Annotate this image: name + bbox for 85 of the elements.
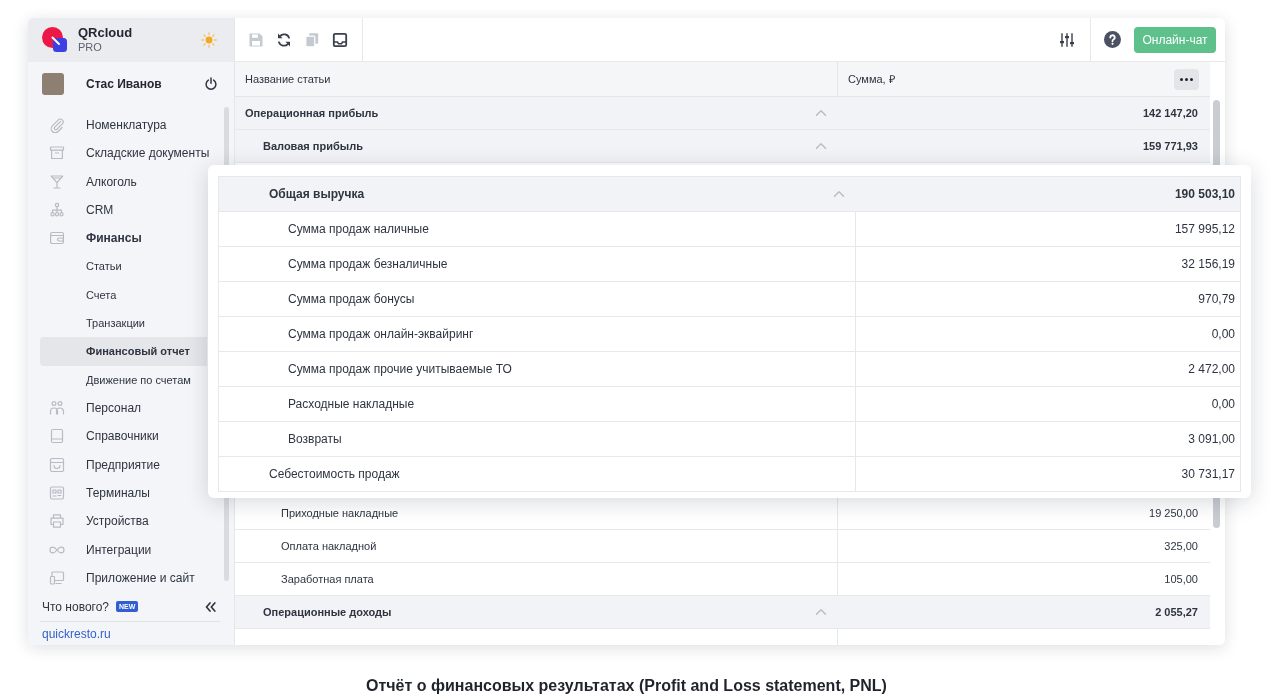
hierarchy-icon	[49, 202, 65, 219]
table-cell-text: 159 771,93	[1141, 138, 1199, 154]
table-cell: Заработная плата	[235, 563, 838, 595]
scrollbar-thumb[interactable]	[224, 498, 229, 581]
table-cell: Оплата накладной	[235, 530, 838, 562]
table-cell: Сумма продаж онлайн-эквайринг	[219, 317, 856, 351]
table-cell: Себестоимость продаж	[219, 457, 856, 491]
profile-photo-placeholder	[42, 72, 64, 95]
sidebar-subitem[interactable]: Транзакции	[40, 309, 207, 338]
plan-label: PRO	[78, 41, 103, 54]
scrollbar-thumb[interactable]	[1213, 100, 1220, 165]
table-cell-text: Операционная прибыль	[245, 105, 379, 121]
table-cell-text: 0,00	[1210, 326, 1236, 343]
qr-code-icon	[49, 485, 65, 501]
table-cell-text: 0,00	[1210, 396, 1236, 413]
caption: Отчёт о финансовых результатах (Profit and Loss statement, PNL)	[366, 677, 887, 694]
storefront-icon	[49, 456, 65, 473]
table-cell-text: 325,00	[1163, 538, 1199, 554]
table-cell-text: Валовая прибыль	[263, 138, 363, 154]
table-cell-text: 3 091,00	[1187, 431, 1236, 448]
refresh-icon[interactable]	[276, 31, 292, 48]
table-cell-text: 157 995,12	[1173, 221, 1236, 238]
sun-icon[interactable]	[201, 32, 217, 48]
logo-icon	[42, 27, 68, 53]
chevron-up-icon[interactable]	[815, 606, 827, 618]
chevron-up-icon[interactable]	[815, 107, 827, 119]
table-cell-text: 19 250,00	[1148, 505, 1199, 521]
table-cell-text: 105,00	[1163, 571, 1199, 587]
chevron-up-icon[interactable]	[833, 188, 845, 200]
column-header: Сумма, ₽	[848, 71, 895, 87]
sidebar-subitem[interactable]: Движение по счетам	[40, 365, 207, 394]
table-cell-text: 2 472,00	[1187, 361, 1236, 378]
power-icon[interactable]	[204, 76, 218, 91]
help-icon[interactable]	[1104, 31, 1121, 48]
table-cell-text: 190 503,10	[1173, 186, 1236, 203]
cocktail-glass-icon	[49, 173, 65, 190]
sidebar-item[interactable]: Складские документы	[28, 139, 207, 168]
sidebar-item[interactable]: Персонал	[28, 393, 207, 423]
archive-box-icon	[49, 145, 65, 162]
table-cell-text: Общая выручка	[269, 186, 365, 203]
sidebar-item[interactable]: Терминалы	[28, 478, 207, 508]
column-header: Название статьи	[245, 71, 331, 87]
table-cell: Возвраты	[219, 422, 856, 456]
chevron-up-icon[interactable]	[815, 140, 827, 152]
scrollbar-thumb[interactable]	[224, 107, 229, 165]
table-cell-text: 2 055,27	[1154, 604, 1199, 620]
printer-icon	[49, 513, 65, 530]
sidebar-item[interactable]: Предприятие	[28, 450, 207, 479]
sidebar-item[interactable]: Устройства	[28, 507, 207, 536]
table-cell-text: 970,79	[1197, 291, 1236, 308]
people-icon	[49, 400, 65, 417]
sidebar-item[interactable]: Номенклатура	[28, 111, 207, 140]
app-name: QRcloud	[78, 26, 133, 42]
monitor-icon	[49, 569, 65, 586]
more-button[interactable]	[1174, 68, 1199, 90]
table-cell: Сумма продаж безналичные	[219, 247, 856, 281]
sidebar-subitem[interactable]: Финансовый отчет	[40, 337, 207, 366]
sliders-icon[interactable]	[1059, 31, 1075, 48]
sidebar-item[interactable]: Интеграции	[28, 535, 207, 564]
table-cell-text: Операционные доходы	[263, 604, 392, 620]
scrollbar-thumb[interactable]	[1213, 498, 1220, 528]
sidebar-item[interactable]: Алкоголь	[28, 167, 207, 196]
sidebar-item[interactable]: Финансы	[28, 224, 207, 253]
table-cell: Расходные накладные	[219, 387, 856, 421]
sidebar-subitem[interactable]: Статьи	[40, 252, 207, 281]
user-name: Стас Иванов	[86, 75, 162, 93]
sidebar-subitem[interactable]: Счета	[40, 280, 207, 310]
sidebar-item[interactable]: Приложение и сайт	[28, 563, 207, 592]
website-link[interactable]: quickresto.ru	[42, 624, 111, 643]
paperclip-icon	[49, 117, 65, 134]
more-icon	[1180, 77, 1193, 81]
inbox-tray-icon[interactable]	[332, 31, 348, 48]
table-cell: Сумма продаж бонусы	[219, 282, 856, 316]
table-cell-text: 142 147,20	[1141, 105, 1199, 121]
sidebar-item[interactable]: Справочники	[28, 422, 207, 451]
table-cell-text: 32 156,19	[1180, 256, 1236, 273]
wallet-icon	[49, 230, 65, 247]
tablet-icon	[49, 428, 65, 445]
table-cell: Сумма продаж прочие учитываемые ТО	[219, 352, 856, 386]
table-cell-text: 30 731,17	[1180, 466, 1236, 483]
whats-new-link[interactable]: Что нового?	[42, 597, 110, 616]
double-chevron-left-icon[interactable]	[205, 601, 216, 612]
table-cell: Сумма продаж наличные	[219, 212, 856, 246]
sidebar-item[interactable]: CRM	[28, 195, 207, 225]
table-cell: Приходные накладные	[235, 497, 838, 529]
